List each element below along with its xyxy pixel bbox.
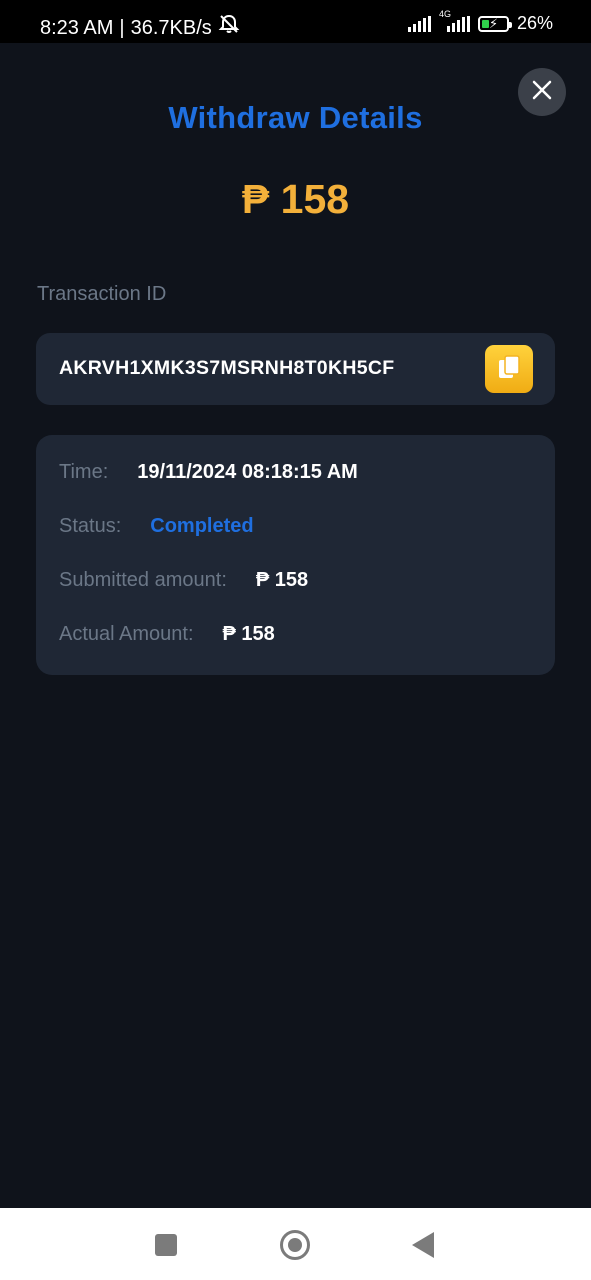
actual-amount-label: Actual Amount: [59,623,194,645]
actual-amount-value: ₱ 158 [222,623,275,645]
system-nav-bar [0,1208,591,1280]
details-card: Time: 19/11/2024 08:18:15 AM Status: Com… [36,435,555,675]
transaction-id-label: Transaction ID [37,283,167,305]
copy-icon [497,354,521,385]
status-label: Status: [59,515,122,537]
submitted-amount-label: Submitted amount: [59,569,227,591]
status-row: Status: Completed [59,515,254,538]
status-time: 8:23 AM [40,16,114,39]
status-separator: | [119,16,125,39]
submitted-amount-value: ₱ 158 [255,569,309,591]
back-button[interactable] [412,1232,434,1258]
withdraw-amount: ₱ 158 [241,176,350,222]
status-bar: 8:23 AM | 36.7KB/s 4G ⚡ 26% [0,0,591,43]
actual-amount-row: Actual Amount: ₱ 158 [59,623,275,646]
time-row: Time: 19/11/2024 08:18:15 AM [59,461,358,484]
network-type: 4G [438,8,451,19]
transaction-id-box: AKRVH1XMK3S7MSRNH8T0KH5CF [36,333,555,405]
battery-percent: 26% [516,13,553,33]
transaction-id-value: AKRVH1XMK3S7MSRNH8T0KH5CF [59,357,395,379]
recents-button[interactable] [155,1234,177,1256]
time-label: Time: [59,461,109,483]
page-title: Withdraw Details [168,100,423,135]
signal-icon [407,15,431,32]
battery-charging-icon: ⚡ [477,15,512,32]
status-value: Completed [150,515,254,537]
home-button[interactable] [280,1230,310,1260]
copy-button[interactable] [485,345,533,393]
status-left: 8:23 AM | 36.7KB/s [40,14,240,41]
status-right: 4G ⚡ 26% [407,9,553,34]
status-speed: 36.7KB/s [130,16,212,39]
submitted-amount-row: Submitted amount: ₱ 158 [59,569,308,592]
mute-bell-icon [218,14,240,41]
time-value: 19/11/2024 08:18:15 AM [137,461,358,483]
4g-signal-icon: 4G [439,9,470,32]
